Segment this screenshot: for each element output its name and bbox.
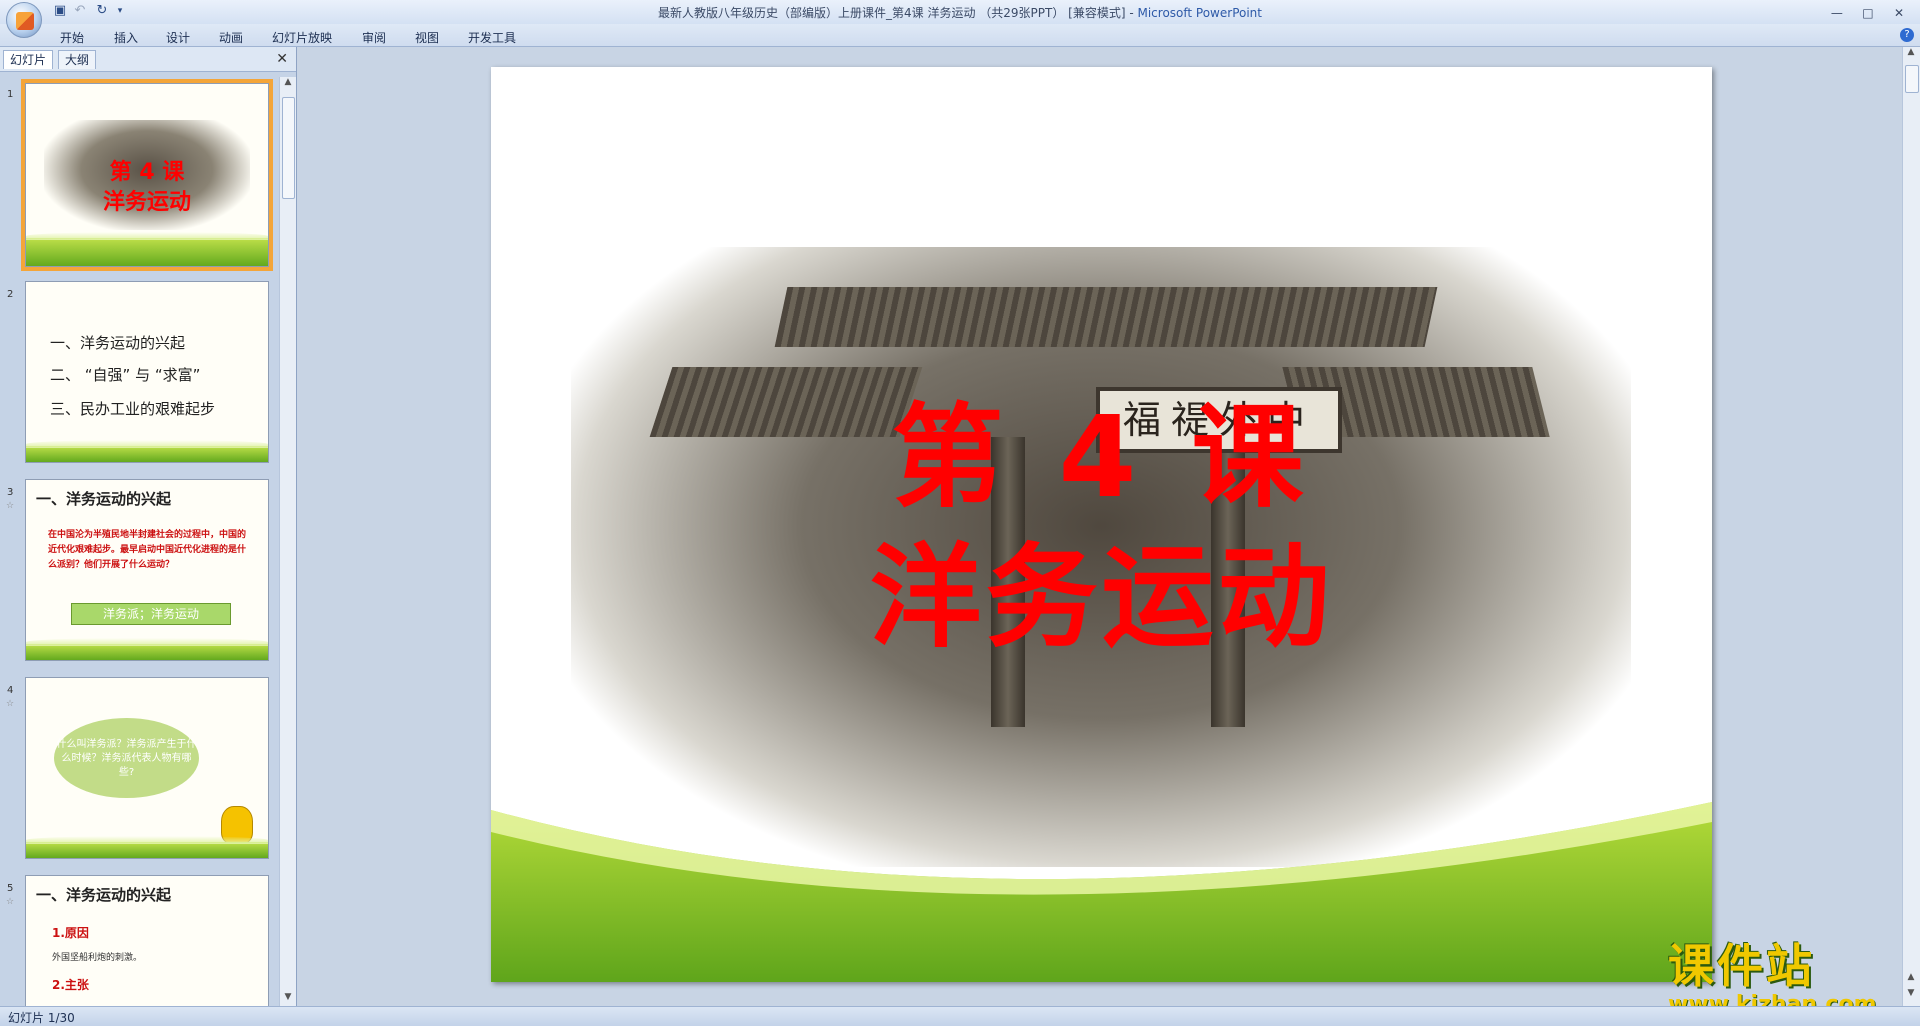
document-title: 最新人教版八年级历史（部编版）上册课件_第4课 洋务运动 （共29张PPT） [… [658, 6, 1138, 20]
help-icon[interactable]: ? [1900, 28, 1914, 42]
slide-indicator: 幻灯片 1/30 [8, 1011, 75, 1025]
thumb-number: 1 [7, 89, 14, 100]
scroll-thumb[interactable] [1905, 65, 1919, 93]
prev-slide-icon[interactable]: ▲ [1903, 972, 1919, 986]
thumb-subheading: 1.原因 [52, 926, 89, 940]
slides-pane: 幻灯片 大纲 ✕ 1 第 4 课 洋务运动 2 一、洋务运动的兴起 二、 “自强… [0, 47, 297, 1006]
scroll-down-icon[interactable]: ▼ [280, 992, 296, 1006]
animation-star-icon: ☆ [6, 897, 15, 907]
thumb-line: 二、 “自强” 与 “求富” [50, 366, 201, 384]
thumb-green-band [26, 836, 268, 858]
thumb-thought-cloud: 什么叫洋务派？洋务派产生于什么时候？洋务派代表人物有哪些? [54, 718, 199, 798]
tab-review[interactable]: 审阅 [362, 29, 386, 46]
thumb-number: 5 [7, 883, 14, 894]
next-slide-icon[interactable]: ▼ [1903, 988, 1919, 1002]
tab-design[interactable]: 设计 [166, 29, 190, 46]
thumbnail-list: 1 第 4 课 洋务运动 2 一、洋务运动的兴起 二、 “自强” 与 “求富” … [0, 77, 276, 1006]
scroll-up-icon[interactable]: ▲ [280, 77, 296, 91]
thumb-green-band [26, 638, 268, 660]
title-bar: ▣ ↶ ↻ ▾ 最新人教版八年级历史（部编版）上册课件_第4课 洋务运动 （共2… [0, 0, 1920, 38]
tab-home[interactable]: 开始 [60, 29, 84, 46]
thumb-line: 三、民办工业的艰难起步 [50, 400, 216, 418]
maximize-icon[interactable]: □ [1855, 6, 1881, 24]
tab-animations[interactable]: 动画 [219, 29, 243, 46]
office-button[interactable] [6, 2, 42, 38]
thumb-number: 3 [7, 487, 14, 498]
minimize-icon[interactable]: — [1824, 6, 1850, 24]
window-controls: — □ ✕ [1824, 2, 1912, 24]
thumb-number: 2 [7, 289, 14, 300]
tab-outline[interactable]: 大纲 [58, 50, 97, 69]
scroll-up-icon[interactable]: ▲ [1903, 47, 1919, 61]
animation-star-icon: ☆ [6, 501, 15, 511]
tab-developer[interactable]: 开发工具 [468, 29, 516, 46]
thumb-number: 4 [7, 685, 14, 696]
tab-slides[interactable]: 幻灯片 [3, 50, 54, 69]
slide-thumbnail-2[interactable]: 一、洋务运动的兴起 二、 “自强” 与 “求富” 三、民办工业的艰难起步 [25, 281, 269, 463]
thumb-line: 一、洋务运动的兴起 [50, 334, 186, 352]
thumb-title-line1: 第 4 课 [109, 160, 185, 185]
site-watermark: 课件站 www.kjzhan.com [1668, 930, 1900, 1017]
close-pane-icon[interactable]: ✕ [276, 51, 288, 67]
thumb-subheading: 2.主张 [52, 978, 89, 992]
pane-tabs: 幻灯片 大纲 ✕ [0, 47, 296, 72]
current-slide[interactable]: 福禔外中 第 4 课 洋务运动 [491, 67, 1712, 982]
animation-star-icon: ☆ [6, 699, 15, 709]
roof-shape [774, 287, 1438, 347]
thumb-green-band [26, 440, 268, 462]
tab-slideshow[interactable]: 幻灯片放映 [272, 29, 332, 46]
thumb-heading: 一、洋务运动的兴起 [36, 886, 172, 904]
slide-title-line2: 洋务运动 [869, 533, 1334, 663]
thumb-heading: 一、洋务运动的兴起 [36, 490, 172, 508]
scroll-thumb[interactable] [282, 97, 295, 199]
tab-view[interactable]: 视图 [415, 29, 439, 46]
thumb-red-text: 在中国沦为半殖民地半封建社会的过程中，中国的近代化艰难起步。最早启动中国近代化进… [48, 530, 247, 570]
canvas-scrollbar[interactable]: ▲ ▲ ▼ [1902, 47, 1920, 1006]
window-title: 最新人教版八年级历史（部编版）上册课件_第4课 洋务运动 （共29张PPT） [… [0, 4, 1920, 21]
office-logo-icon [16, 12, 34, 30]
close-icon[interactable]: ✕ [1886, 6, 1912, 24]
thumb-title-line2: 洋务运动 [102, 190, 191, 215]
watermark-logo-text: 课件站 [1668, 939, 1815, 993]
slide-title-line1: 第 4 课 [891, 393, 1312, 523]
slide-thumbnail-5[interactable]: 一、洋务运动的兴起 1.原因 外国坚船利炮的刺激。 2.主张 [25, 875, 269, 1006]
tab-insert[interactable]: 插入 [114, 29, 138, 46]
thumb-answer-box: 洋务派；洋务运动 [71, 603, 231, 625]
slide-thumbnail-3[interactable]: 一、洋务运动的兴起 在中国沦为半殖民地半封建社会的过程中，中国的近代化艰难起步。… [25, 479, 269, 661]
slide-green-wave [491, 802, 1712, 982]
status-bar: 幻灯片 1/30 [0, 1006, 1920, 1026]
slide-thumbnail-4[interactable]: 什么叫洋务派？洋务派产生于什么时候？洋务派代表人物有哪些? [25, 677, 269, 859]
app-name: Microsoft PowerPoint [1137, 6, 1262, 20]
slide-thumbnail-1[interactable]: 第 4 课 洋务运动 [21, 79, 273, 271]
thumb-green-band [26, 232, 268, 266]
pane-scrollbar[interactable]: ▲ ▼ [279, 77, 296, 1006]
thumb-subtext: 外国坚船利炮的刺激。 [52, 953, 143, 963]
ribbon-tabs: 开始 插入 设计 动画 幻灯片放映 审阅 视图 开发工具 ? [0, 24, 1920, 47]
